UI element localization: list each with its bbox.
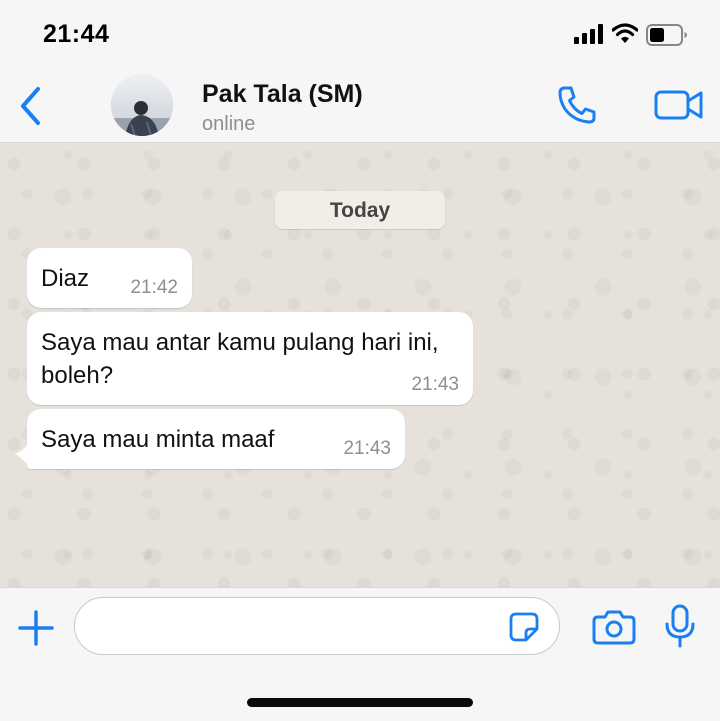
video-call-icon[interactable]	[654, 88, 704, 122]
status-bar: 21:44	[0, 0, 720, 70]
message-text: Diaz	[41, 265, 90, 292]
avatar[interactable]	[111, 74, 173, 136]
input-bar	[0, 587, 720, 721]
message-time: 21:43	[343, 438, 391, 459]
message-text: Saya mau minta maaf	[41, 426, 275, 453]
date-separator: Today	[275, 191, 445, 229]
contact-status: online	[202, 113, 256, 135]
microphone-icon[interactable]	[664, 604, 696, 648]
message-text: Saya mau antar kamu pulang hari ini, bol…	[41, 329, 439, 389]
message-bubble[interactable]: Diaz 21:42	[27, 248, 192, 308]
wifi-icon	[612, 23, 638, 43]
voice-call-icon[interactable]	[556, 84, 598, 126]
sticker-icon[interactable]	[508, 611, 540, 643]
message-input[interactable]	[74, 597, 560, 655]
battery-icon	[646, 24, 687, 46]
message-bubble[interactable]: Saya mau minta maaf 21:43	[27, 409, 405, 469]
signal-icon	[574, 24, 603, 44]
avatar-photo	[111, 74, 173, 136]
message-bubble[interactable]: Saya mau antar kamu pulang hari ini, bol…	[27, 312, 473, 405]
home-indicator[interactable]	[247, 698, 473, 707]
plus-icon[interactable]	[16, 608, 56, 648]
message-time: 21:43	[411, 374, 459, 395]
chat-header: Pak Tala (SM) online	[0, 70, 720, 143]
chevron-left-icon[interactable]	[12, 84, 48, 128]
status-time: 21:44	[43, 20, 110, 48]
message-time: 21:42	[130, 277, 178, 298]
contact-name[interactable]: Pak Tala (SM)	[202, 80, 363, 109]
chat-area[interactable]: Today Diaz 21:42 Saya mau antar kamu pul…	[0, 143, 720, 587]
camera-icon[interactable]	[592, 608, 636, 646]
